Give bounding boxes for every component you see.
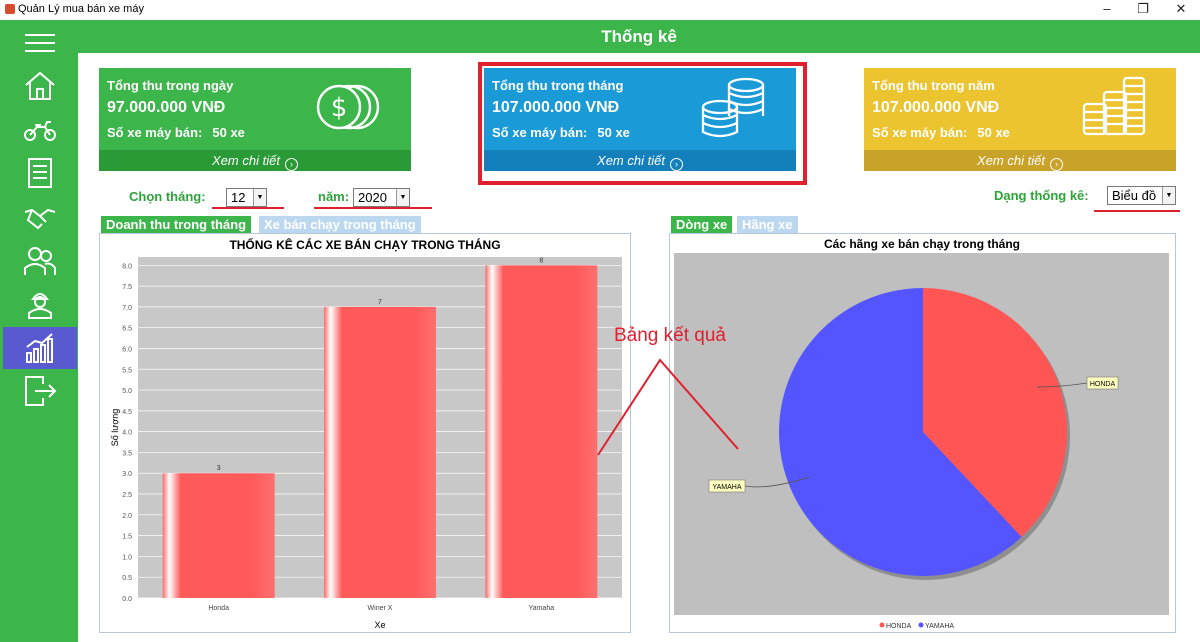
sidebar-item-statistics[interactable] — [3, 327, 77, 369]
pie-label: YAMAHA — [712, 484, 741, 491]
sidebar-item-customers[interactable] — [3, 240, 77, 282]
handshake-icon — [24, 208, 56, 230]
coin-columns-icon — [1082, 76, 1146, 136]
y-tick-label: 5.5 — [122, 367, 132, 374]
yearly-card-title: Tổng thu trong năm — [872, 78, 995, 93]
yearly-card-amount: 107.000.000 VNĐ — [872, 99, 1000, 116]
bar-chart-panel: THỐNG KÊ CÁC XE BÁN CHẠY TRONG THÁNG 0.0 0… — [99, 233, 631, 633]
worker-icon — [28, 293, 52, 319]
month-select[interactable]: 12 ▼ — [226, 188, 267, 207]
menu-button[interactable] — [3, 22, 77, 64]
sidebar-item-invoice[interactable] — [3, 152, 77, 194]
bar — [324, 306, 436, 598]
annotation-label: Bảng kết quả — [614, 325, 726, 346]
tab-model[interactable]: Dòng xe — [671, 216, 733, 234]
y-tick-label: 3.0 — [122, 471, 132, 478]
page-title: Thống kê — [78, 20, 1200, 53]
dollar-coins-icon: $ — [316, 84, 380, 130]
daily-card-title: Tổng thu trong ngày — [107, 78, 234, 93]
menu-icon — [25, 34, 55, 52]
chevron-right-icon: › — [1049, 158, 1063, 171]
chevron-right-icon: › — [284, 158, 298, 171]
y-tick-label: 3.5 — [122, 450, 132, 457]
sidebar-item-logout[interactable] — [3, 370, 77, 412]
legend-label: YAMAHA — [925, 623, 954, 630]
y-tick-label: 0.0 — [122, 596, 132, 603]
dropdown-arrow-icon: ▼ — [1162, 187, 1175, 204]
stat-type-label: Dạng thống kê: — [994, 188, 1089, 203]
sidebar — [0, 20, 78, 642]
y-tick-label: 1.5 — [122, 534, 132, 541]
dropdown-arrow-icon: ▼ — [396, 189, 409, 206]
stat-type-select[interactable]: Biểu đồ ▼ — [1107, 186, 1176, 205]
y-tick-label: 4.5 — [122, 409, 132, 416]
window-titlebar: Quản Lý mua bán xe máy – ❐ ✕ — [0, 0, 1200, 20]
legend-marker — [879, 622, 885, 628]
maximize-button[interactable]: ❐ — [1128, 1, 1158, 19]
invoice-icon — [28, 158, 52, 188]
sidebar-item-deals[interactable] — [3, 196, 77, 238]
bar-value-label: 7 — [378, 299, 382, 306]
y-tick-label: 4.0 — [122, 430, 132, 437]
y-tick-label: 2.0 — [122, 513, 132, 520]
users-icon — [24, 247, 56, 275]
chart-title: THỐNG KÊ CÁC XE BÁN CHẠY TRONG THÁNG — [229, 237, 500, 252]
daily-revenue-card: Tổng thu trong ngày 97.000.000 VNĐ Số xe… — [99, 68, 411, 171]
y-tick-label: 2.5 — [122, 492, 132, 499]
app-icon — [5, 4, 15, 14]
year-label: năm: — [318, 189, 350, 204]
bar-chart: THỐNG KÊ CÁC XE BÁN CHẠY TRONG THÁNG 0.0 0… — [110, 237, 622, 630]
bar — [485, 265, 598, 598]
y-tick-label: 8.0 — [122, 263, 132, 270]
y-tick-label: 7.5 — [122, 284, 132, 291]
dropdown-arrow-icon: ▼ — [253, 189, 266, 206]
yearly-card-sold-value: 50 xe — [977, 125, 1010, 140]
chart-icon — [26, 333, 53, 363]
logout-icon — [25, 376, 57, 406]
yearly-revenue-card: Tổng thu trong năm 107.000.000 VNĐ Số xe… — [864, 68, 1176, 171]
y-tick-label: 1.0 — [122, 554, 132, 561]
month-label: Chọn tháng: — [129, 189, 206, 204]
y-tick-label: 5.0 — [122, 388, 132, 395]
x-axis-label: Xe — [374, 620, 385, 630]
chart-title: Các hãng xe bán chạy trong tháng — [824, 237, 1020, 251]
tab-brand[interactable]: Hãng xe — [737, 216, 798, 234]
pie-label: HONDA — [1090, 381, 1116, 388]
svg-text:$: $ — [331, 93, 348, 123]
x-tick-label: Honda — [208, 605, 229, 612]
annotation-arrows — [597, 358, 739, 456]
bar — [162, 473, 275, 598]
daily-card-sold-value: 50 xe — [212, 125, 245, 140]
daily-card-amount: 97.000.000 VNĐ — [107, 99, 226, 116]
daily-card-sold: Số xe máy bán: 50 xe — [107, 125, 245, 140]
bar-value-label: 3 — [217, 465, 221, 472]
y-tick-label: 6.5 — [122, 326, 132, 333]
legend-label: HONDA — [886, 623, 912, 630]
tab-monthly-revenue[interactable]: Doanh thu trong tháng — [101, 216, 252, 234]
x-tick-label: Yamaha — [529, 605, 555, 612]
yearly-card-sold: Số xe máy bán: 50 xe — [872, 125, 1010, 140]
tab-best-selling[interactable]: Xe bán chạy trong tháng — [259, 216, 421, 234]
bar-value-label: 8 — [539, 257, 543, 264]
legend-marker — [918, 622, 924, 628]
y-tick-label: 7.0 — [122, 305, 132, 312]
window-title: Quản Lý mua bán xe máy — [18, 3, 144, 15]
sidebar-item-home[interactable] — [3, 65, 77, 107]
close-button[interactable]: ✕ — [1166, 1, 1196, 19]
home-icon — [25, 71, 55, 100]
sidebar-item-motorbike[interactable] — [3, 109, 77, 151]
motorbike-icon — [24, 121, 56, 141]
x-tick-label: Winer X — [368, 605, 393, 612]
y-tick-label: 6.0 — [122, 346, 132, 353]
year-select[interactable]: 2020 ▼ — [353, 188, 410, 207]
y-axis-label: Số lượng — [110, 409, 120, 446]
daily-card-detail-link[interactable]: Xem chi tiết › — [99, 150, 411, 171]
y-tick-label: 0.5 — [122, 575, 132, 582]
highlight-box — [478, 62, 807, 185]
sidebar-item-staff[interactable] — [3, 283, 77, 325]
minimize-button[interactable]: – — [1092, 1, 1122, 19]
yearly-card-detail-link[interactable]: Xem chi tiết › — [864, 150, 1176, 171]
